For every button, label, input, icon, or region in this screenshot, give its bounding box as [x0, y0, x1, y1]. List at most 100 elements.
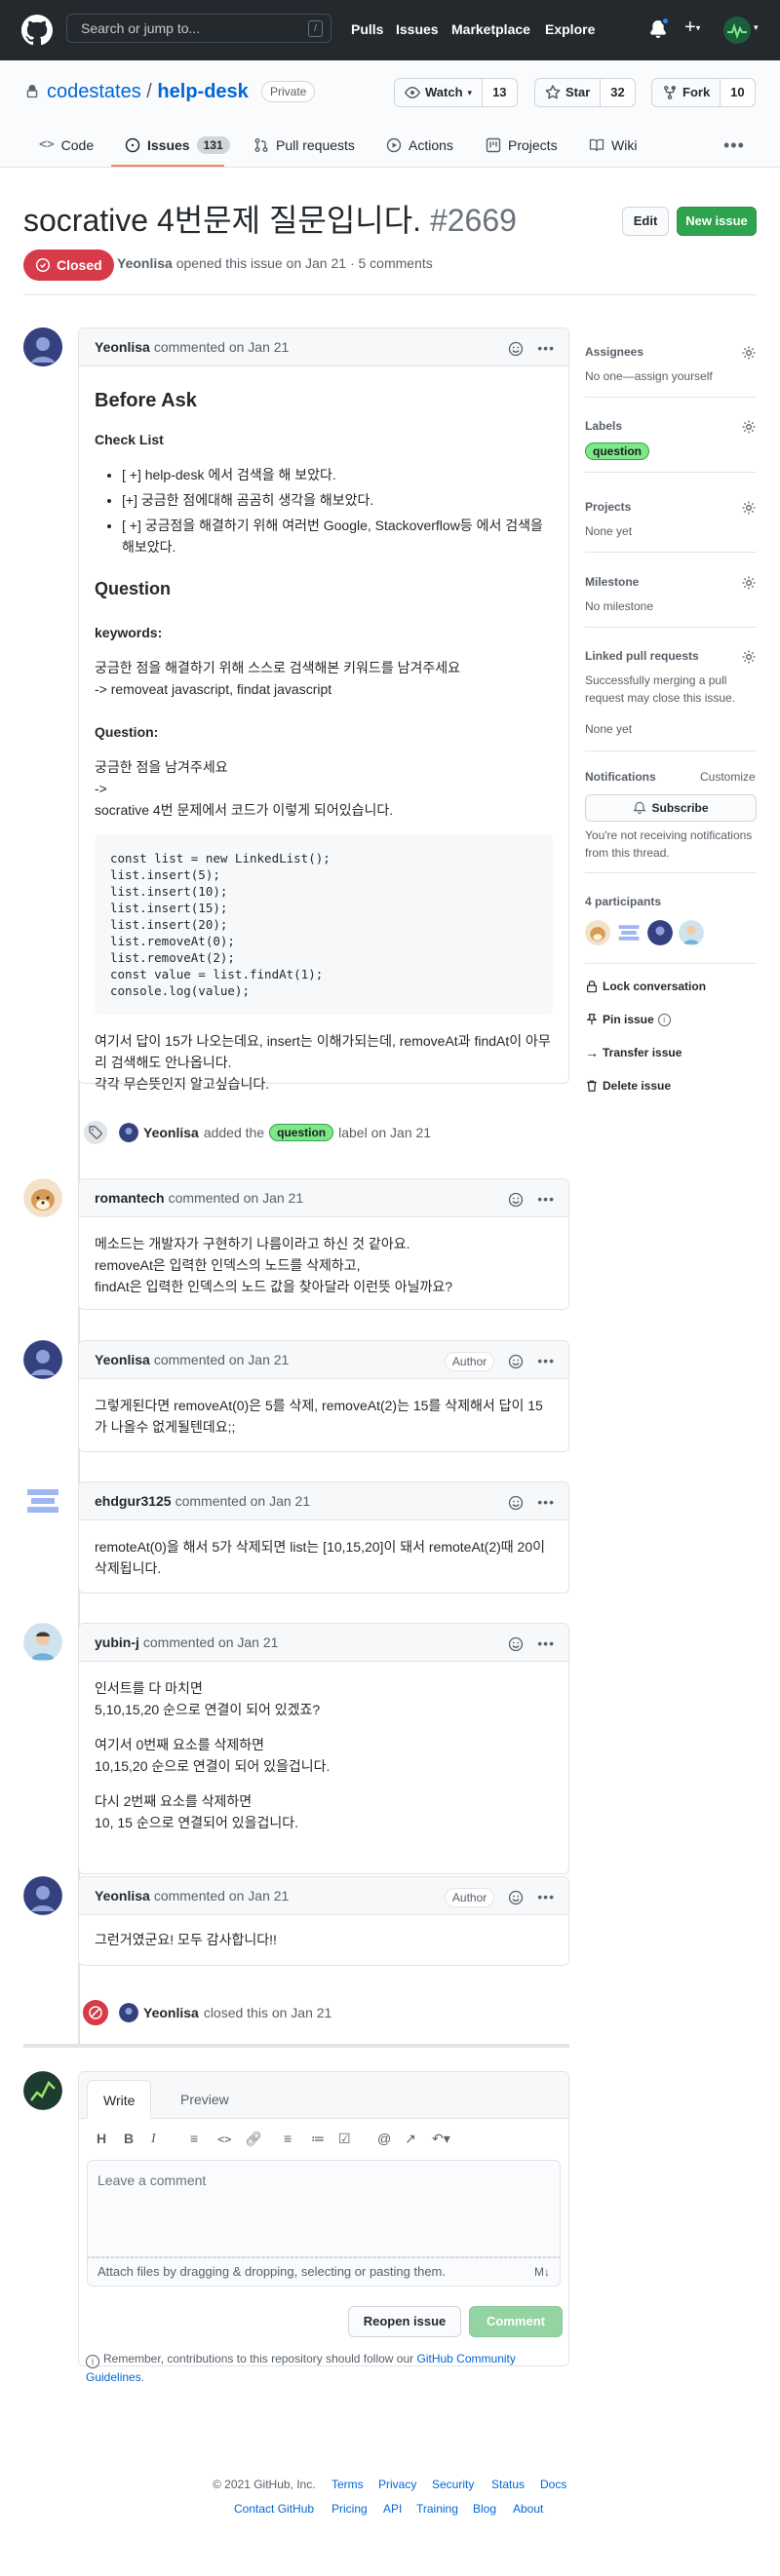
bullet-list-icon[interactable]: ≡ [284, 2129, 311, 2149]
avatar[interactable] [23, 1481, 62, 1520]
participant-avatar[interactable] [679, 920, 704, 945]
comment-time[interactable]: commented on Jan 21 [169, 1188, 304, 1209]
tab-actions[interactable]: Actions [386, 132, 453, 159]
comment-author[interactable]: Yeonlisa [95, 337, 150, 358]
gear-icon[interactable] [741, 649, 757, 665]
nav-explore[interactable]: Explore [545, 19, 595, 39]
tab-preview[interactable]: Preview [165, 2080, 245, 2119]
comment-author[interactable]: Yeonlisa [95, 1350, 150, 1370]
star-count[interactable]: 32 [601, 79, 635, 106]
avatar[interactable] [23, 1623, 62, 1662]
event-actor[interactable]: Yeonlisa [143, 2002, 199, 2023]
gear-icon[interactable] [741, 575, 757, 591]
projects-heading[interactable]: Projects [585, 498, 631, 516]
kebab-horizontal-icon[interactable]: ••• [537, 338, 555, 359]
milestone-heading[interactable]: Milestone [585, 573, 639, 591]
lock-conversation-action[interactable]: Lock conversation [585, 978, 706, 995]
comment-author[interactable]: Yeonlisa [95, 1886, 150, 1906]
label-question[interactable]: question [585, 442, 649, 460]
smiley-icon[interactable] [508, 1354, 524, 1369]
event-actor[interactable]: Yeonlisa [143, 1122, 199, 1143]
avatar[interactable] [23, 327, 62, 366]
heading-icon[interactable]: H [97, 2129, 124, 2149]
footer-link-pricing[interactable]: Pricing [332, 2500, 368, 2518]
mention-icon[interactable]: @ [377, 2129, 405, 2149]
gear-icon[interactable] [741, 419, 757, 435]
gear-icon[interactable] [741, 500, 757, 516]
tab-projects[interactable]: Projects [486, 132, 558, 159]
italic-icon[interactable]: I [151, 2129, 190, 2149]
tab-wiki[interactable]: Wiki [589, 132, 637, 159]
issue-author-link[interactable]: Yeonlisa [117, 255, 173, 271]
reply-icon[interactable]: ↶▾ [432, 2129, 459, 2149]
kebab-horizontal-icon[interactable]: ••• [537, 1189, 555, 1210]
nav-marketplace[interactable]: Marketplace [451, 19, 530, 39]
footer-link-terms[interactable]: Terms [332, 2476, 364, 2493]
search-input[interactable]: Search or jump to... / [66, 14, 332, 43]
new-issue-button[interactable]: New issue [677, 207, 757, 236]
star-button[interactable]: Star [535, 79, 602, 106]
smiley-icon[interactable] [508, 1890, 524, 1905]
participant-avatar[interactable] [616, 920, 642, 945]
delete-issue-action[interactable]: Delete issue [585, 1077, 671, 1095]
nav-issues[interactable]: Issues [396, 19, 439, 39]
link-icon[interactable]: 🔗︎ [245, 2129, 284, 2149]
current-user-avatar[interactable] [23, 2071, 62, 2110]
footer-link-api[interactable]: API [383, 2500, 402, 2518]
comment-time[interactable]: commented on Jan 21 [154, 337, 290, 358]
smiley-icon[interactable] [508, 1495, 524, 1511]
user-avatar[interactable] [723, 17, 751, 44]
attach-files-area[interactable]: Attach files by dragging & dropping, sel… [87, 2257, 561, 2287]
labels-heading[interactable]: Labels [585, 417, 622, 435]
avatar-caret-icon[interactable]: ▾ [754, 21, 759, 35]
task-list-icon[interactable]: ☑ [338, 2129, 377, 2149]
participant-avatar[interactable] [647, 920, 673, 945]
quote-icon[interactable]: ≡ [190, 2129, 217, 2149]
footer-link-training[interactable]: Training [416, 2500, 458, 2518]
assignees-heading[interactable]: Assignees [585, 343, 644, 361]
footer-link-security[interactable]: Security [432, 2476, 474, 2493]
nav-pulls[interactable]: Pulls [351, 19, 383, 39]
comment-time[interactable]: commented on Jan 21 [154, 1350, 290, 1370]
footer-link-privacy[interactable]: Privacy [378, 2476, 416, 2493]
more-tabs-icon[interactable]: ••• [723, 133, 745, 159]
footer-link-blog[interactable]: Blog [473, 2500, 496, 2518]
kebab-horizontal-icon[interactable]: ••• [537, 1887, 555, 1907]
reopen-issue-button[interactable]: Reopen issue [348, 2306, 461, 2337]
comment-time[interactable]: commented on Jan 21 [143, 1633, 279, 1653]
kebab-horizontal-icon[interactable]: ••• [537, 1351, 555, 1371]
linked-prs-heading[interactable]: Linked pull requests [585, 647, 699, 665]
kebab-horizontal-icon[interactable]: ••• [537, 1634, 555, 1654]
numbered-list-icon[interactable]: ≔ [311, 2129, 338, 2149]
comment-textarea[interactable]: Leave a comment [87, 2160, 561, 2257]
watch-count[interactable]: 13 [483, 79, 517, 106]
assignees-value[interactable]: No one—assign yourself [585, 367, 713, 385]
fork-button[interactable]: Fork [652, 79, 722, 106]
pin-issue-action[interactable]: Pin issue i [585, 1011, 671, 1028]
comment-time[interactable]: commented on Jan 21 [176, 1491, 311, 1512]
transfer-issue-action[interactable]: → Transfer issue [585, 1044, 682, 1061]
avatar[interactable] [23, 1178, 62, 1217]
cross-reference-icon[interactable]: ↗ [405, 2129, 432, 2149]
footer-link-about[interactable]: About [513, 2500, 543, 2518]
smiley-icon[interactable] [508, 1192, 524, 1208]
avatar[interactable] [23, 1876, 62, 1915]
create-new-icon[interactable]: +▾ [684, 16, 700, 40]
label-question[interactable]: question [269, 1124, 334, 1141]
avatar[interactable] [23, 1340, 62, 1379]
tab-write[interactable]: Write [87, 2080, 152, 2119]
comment-author[interactable]: romantech [95, 1188, 165, 1209]
footer-link-docs[interactable]: Docs [540, 2476, 566, 2493]
bold-icon[interactable]: B [124, 2129, 151, 2149]
comment-time[interactable]: commented on Jan 21 [154, 1886, 290, 1906]
comment-author[interactable]: ehdgur3125 [95, 1491, 172, 1512]
footer-link-status[interactable]: Status [491, 2476, 525, 2493]
tab-code[interactable]: <> Code [39, 132, 94, 159]
avatar[interactable] [119, 2003, 138, 2022]
footer-link-contact[interactable]: Contact GitHub [234, 2500, 314, 2518]
github-logo-icon[interactable] [21, 15, 53, 46]
edit-title-button[interactable]: Edit [622, 207, 669, 236]
tab-issues[interactable]: Issues 131 [125, 132, 230, 159]
tab-pull-requests[interactable]: Pull requests [254, 132, 355, 159]
smiley-icon[interactable] [508, 1636, 524, 1652]
